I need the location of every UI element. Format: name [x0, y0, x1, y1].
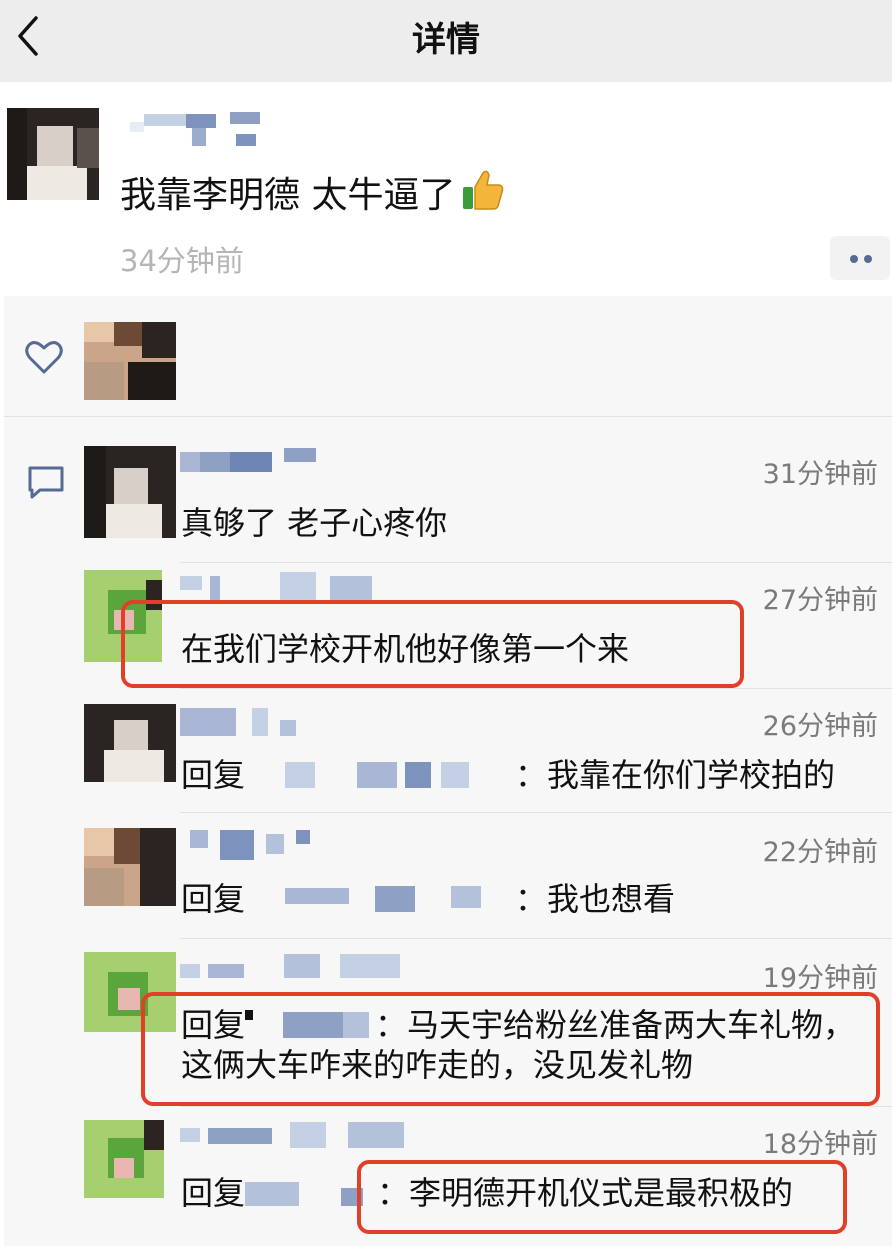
page-title: 详情 [412, 20, 480, 60]
heart-icon [25, 341, 63, 374]
commenter-name[interactable] [180, 828, 320, 868]
reply-target-name[interactable] [245, 760, 515, 790]
comment-time: 31分钟前 [762, 459, 878, 490]
commenter-avatar[interactable] [84, 446, 176, 538]
post-author-name[interactable] [130, 108, 270, 152]
highlight-box [357, 1160, 847, 1234]
comment-icon [28, 466, 64, 499]
comment-time: 18分钟前 [762, 1129, 878, 1160]
comment-text: 真够了 老子心疼你 [181, 504, 448, 542]
more-button[interactable] [830, 236, 890, 280]
more-icon-dot [864, 255, 872, 263]
reply-label: 回复 [181, 756, 246, 794]
commenter-avatar[interactable] [84, 1120, 164, 1198]
comment-reply-text: ：我也想看 [515, 880, 676, 918]
comment-reply-text: ：我靠在你们学校拍的 [515, 756, 836, 794]
comment-time: 26分钟前 [762, 711, 878, 742]
comment-divider [180, 562, 892, 563]
comment-time: 19分钟前 [762, 963, 878, 994]
comment-divider [180, 688, 892, 689]
comment-divider [180, 938, 892, 939]
commenter-avatar[interactable] [84, 828, 176, 906]
commenter-name[interactable] [180, 446, 316, 476]
likes-divider [4, 416, 892, 417]
commenter-name[interactable] [180, 952, 420, 984]
comment-text: 回复 ：我靠在你们学校拍的 [181, 750, 835, 796]
more-icon [850, 255, 858, 263]
liker-avatar[interactable] [84, 322, 176, 400]
thumbs-up-icon [463, 170, 504, 210]
comment-divider [180, 1106, 892, 1107]
post-time: 34分钟前 [120, 244, 244, 278]
highlight-box [121, 600, 744, 688]
post-text: 我靠李明德 太牛逼了 [120, 166, 505, 218]
reply-label: 回复 [181, 1174, 246, 1212]
comment-text: 回复 ：我也想看 [181, 874, 675, 920]
commenter-name[interactable] [180, 704, 300, 742]
reply-label: 回复 [181, 880, 246, 918]
commenter-name[interactable] [180, 1120, 420, 1152]
post-text-content: 我靠李明德 太牛逼了 [120, 175, 456, 216]
post-author-avatar[interactable] [7, 108, 99, 200]
comment-time: 27分钟前 [762, 585, 878, 616]
comment-divider [180, 812, 892, 813]
comment-time: 22分钟前 [762, 837, 878, 868]
reply-target-name[interactable] [245, 884, 515, 914]
highlight-box [141, 992, 880, 1106]
commenter-avatar[interactable] [84, 704, 176, 782]
